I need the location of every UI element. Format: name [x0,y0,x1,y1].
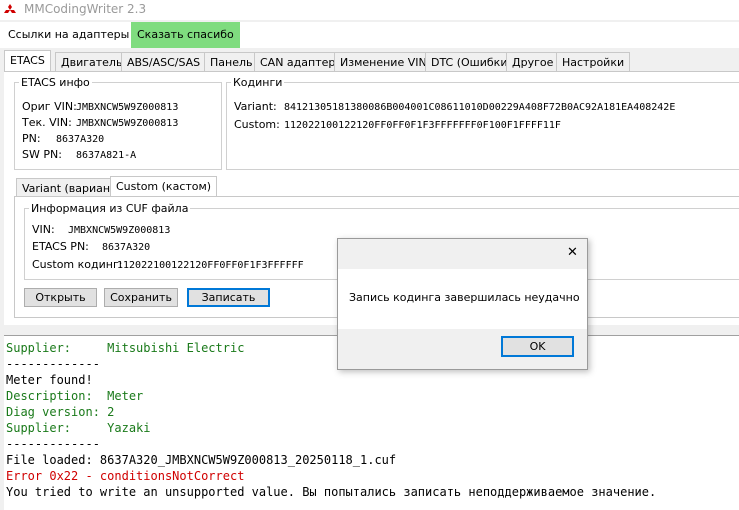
tab-etacs[interactable]: ETACS [4,50,51,72]
subtab-custom[interactable]: Custom (кастом) [110,176,218,198]
console-line: Supplier: Yazaki [6,421,151,435]
swpn-label: SW PN: [22,148,62,161]
close-icon[interactable]: ✕ [567,245,578,260]
cuf-custom-value: 112022100122120FF0FF0F1F3FFFFFF [117,260,304,271]
codings-legend: Кодинги [233,76,283,89]
menu-adapters-links[interactable]: Ссылки на адаптеры [2,22,135,48]
tab-change-vin[interactable]: Изменение VIN [334,52,433,73]
custom-label: Custom: [234,118,280,131]
cur-vin-value: JMBXNCW5W9Z000813 [76,118,179,129]
cuf-pn-label: ETACS PN: [32,240,89,253]
tab-panel[interactable]: Панель [204,52,259,73]
cuf-custom-label: Custom кодинг: [32,258,123,271]
swpn-value: 8637A821-A [76,150,137,161]
dialog-body: Запись кодинга завершилась неудачно [338,269,587,329]
title-bar: MMCodingWriter 2.3 [0,0,739,20]
open-button[interactable]: Открыть [24,288,97,307]
console-line: Diag version: 2 [6,405,115,419]
variant-label: Variant: [234,100,277,113]
variant-coding-value: 84121305181380086B004001C08611010D00229A… [284,102,676,113]
tab-dtc[interactable]: DTC (Ошибки) [425,52,518,73]
console-line: Supplier: Mitsubishi Electric [6,341,245,355]
tab-can-adapter[interactable]: CAN адаптер [254,52,342,73]
write-button[interactable]: Записать [187,288,270,307]
mitsubishi-logo-icon [4,4,16,13]
orig-vin-label: Ориг VIN: [22,100,77,113]
save-button[interactable]: Сохранить [104,288,178,307]
cuf-vin-value: JMBXNCW5W9Z000813 [68,225,171,236]
cuf-info-legend: Информация из CUF файла [31,202,189,215]
pn-label: PN: [22,132,41,145]
etacs-info-legend: ETACS инфо [21,76,90,89]
console-line: You tried to write an unsupported value.… [6,485,657,499]
error-dialog: ✕ Запись кодинга завершилась неудачно OK [337,238,588,370]
menu-bar: Ссылки на адаптеры Сказать спасибо [0,22,739,48]
cuf-vin-label: VIN: [32,223,55,236]
console-line: Error 0x22 - conditionsNotCorrect [6,469,245,483]
cur-vin-label: Тек. VIN: [22,116,72,129]
orig-vin-value: JMBXNCW5W9Z000813 [76,102,179,113]
console-line: Description: Meter [6,389,144,403]
ok-button[interactable]: OK [501,336,574,357]
tab-settings[interactable]: Настройки [556,52,631,73]
menu-say-thanks[interactable]: Сказать спасибо [131,22,240,48]
cuf-pn-value: 8637A320 [102,242,151,253]
window-title: MMCodingWriter 2.3 [24,2,147,16]
tab-other[interactable]: Другое [506,52,560,73]
tab-abs[interactable]: ABS/ASC/SAS [121,52,207,73]
dialog-message: Запись кодинга завершилась неудачно [349,291,580,304]
custom-coding-value: 112022100122120FF0FF0F1F3FFFFFFF0F100F1F… [284,120,561,131]
pn-value: 8637A320 [56,134,105,145]
console-line: Meter found! [6,373,93,387]
console-line: File loaded: 8637A320_JMBXNCW5W9Z000813_… [6,453,397,467]
console-line: ------------- [6,437,100,451]
tab-engine[interactable]: Двигатель [55,52,129,73]
console-line: ------------- [6,357,100,371]
